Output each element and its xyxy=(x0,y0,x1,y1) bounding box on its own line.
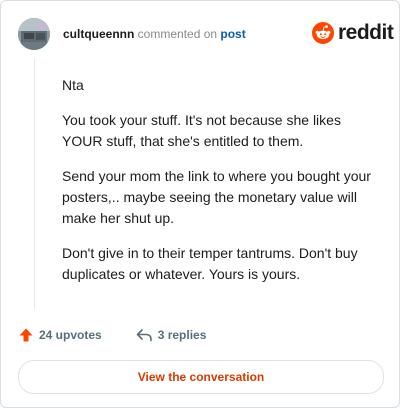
comment-paragraph: Send your mom the link to where you boug… xyxy=(62,168,371,226)
reply-count[interactable]: 3 replies xyxy=(136,328,207,342)
upvote-count[interactable]: 24 upvotes xyxy=(18,327,102,343)
upvote-arrow-icon xyxy=(19,328,33,342)
avatar[interactable] xyxy=(18,18,50,50)
reply-arrow-icon xyxy=(136,329,152,342)
reddit-logo[interactable]: reddit xyxy=(312,21,394,45)
username[interactable]: cultqueennn xyxy=(63,27,134,41)
avatar-image xyxy=(18,18,50,50)
replies-label: 3 replies xyxy=(157,328,207,342)
comment-footer: 24 upvotes 3 replies xyxy=(18,327,206,343)
reddit-snoo-icon xyxy=(312,22,334,44)
embedded-comment-card: cultqueennn commented on post reddit Nta… xyxy=(0,0,400,408)
header-action-text: commented on xyxy=(134,27,221,41)
comment-paragraph: Don't give in to their temper tantrums. … xyxy=(62,245,358,282)
upvotes-label: 24 upvotes xyxy=(39,328,102,342)
post-link[interactable]: post xyxy=(220,27,245,41)
view-conversation-button[interactable]: View the conversation xyxy=(18,360,384,394)
reddit-wordmark: reddit xyxy=(338,21,394,44)
comment-paragraph: Nta xyxy=(62,77,84,93)
comment-header: cultqueennn commented on post xyxy=(63,27,246,41)
comment-paragraph: You took your stuff. It's not because sh… xyxy=(62,112,341,149)
comment-body: Nta You took your stuff. It's not becaus… xyxy=(62,75,380,299)
view-conversation-label: View the conversation xyxy=(137,370,265,384)
thread-line xyxy=(34,59,35,309)
